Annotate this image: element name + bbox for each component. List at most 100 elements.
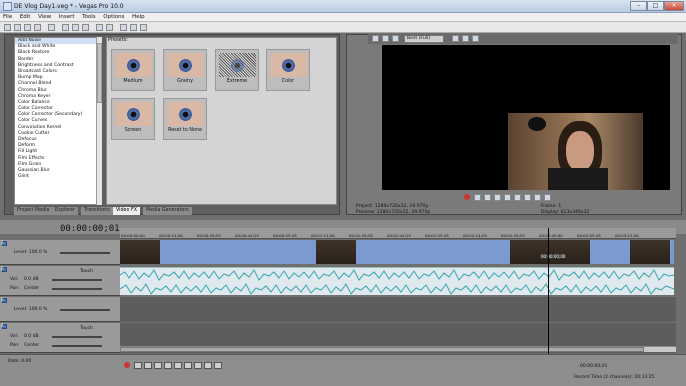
- pause-icon[interactable]: [504, 194, 511, 201]
- cut-icon[interactable]: [62, 24, 69, 31]
- audio-event[interactable]: [120, 267, 674, 295]
- render-icon[interactable]: [48, 24, 55, 31]
- go-to-start-icon[interactable]: [184, 362, 192, 369]
- empty-video-track[interactable]: [120, 297, 676, 322]
- envelope-tool-icon[interactable]: [130, 24, 137, 31]
- menu-tools[interactable]: Tools: [79, 13, 99, 20]
- play-icon[interactable]: [494, 194, 501, 201]
- play-from-start-icon[interactable]: [484, 194, 491, 201]
- menu-insert[interactable]: Insert: [56, 13, 78, 20]
- preset-screen[interactable]: Screen: [111, 98, 155, 140]
- tab-explorer[interactable]: Explorer: [52, 207, 78, 215]
- tab-video-fx[interactable]: Video FX: [113, 207, 141, 215]
- track-header-video-3[interactable]: 3 Level: 100.0 %: [0, 297, 120, 322]
- loop-icon[interactable]: [134, 362, 142, 369]
- project-value: 1280x720x32, 29.970p: [374, 204, 429, 209]
- preset-thumbnail: [167, 102, 204, 126]
- track-level: Level: 100.0 %: [14, 307, 48, 312]
- copy-icon[interactable]: [72, 24, 79, 31]
- timeline-footer: [0, 354, 686, 386]
- list-item[interactable]: Glint: [15, 174, 101, 180]
- track-header-audio-2[interactable]: 2 Touch Vol: 0.0 dB Pan: Center: [0, 266, 120, 296]
- pan-value: Center: [24, 286, 40, 291]
- preview-quality-dropdown[interactable]: Best (Full): [404, 35, 444, 43]
- tab-media-generators[interactable]: Media Generators: [143, 207, 192, 215]
- microphone-shape: [528, 117, 546, 131]
- tab-transitions[interactable]: Transitions: [81, 207, 113, 215]
- preset-medium[interactable]: Medium: [111, 49, 155, 91]
- track-level: Level: 100.0 %: [14, 250, 48, 255]
- track-number-label: 4: [1, 323, 4, 328]
- track-number-label: 2: [1, 266, 4, 271]
- preset-extreme[interactable]: Extreme: [215, 49, 259, 91]
- volume-slider[interactable]: [52, 279, 102, 281]
- fx-list-scrollbar[interactable]: [96, 37, 102, 205]
- record-icon[interactable]: [124, 362, 130, 368]
- automation-mode[interactable]: Touch: [80, 269, 93, 274]
- new-project-icon[interactable]: [4, 24, 11, 31]
- undo-icon[interactable]: [96, 24, 103, 31]
- help-icon[interactable]: [140, 24, 147, 31]
- go-to-end-icon[interactable]: [544, 194, 551, 201]
- loop-icon[interactable]: [474, 194, 481, 201]
- record-icon[interactable]: [464, 194, 470, 200]
- automation-mode[interactable]: Touch: [80, 326, 93, 331]
- scroll-thumb[interactable]: [97, 43, 102, 103]
- preset-grainy[interactable]: Grainy: [163, 49, 207, 91]
- stop-icon[interactable]: [174, 362, 182, 369]
- event-label: 00:00:00;00: [540, 254, 567, 259]
- timeline-scrollbar[interactable]: [120, 346, 676, 352]
- pan-slider[interactable]: [52, 345, 102, 347]
- edit-tool-icon[interactable]: [120, 24, 127, 31]
- menu-edit[interactable]: Edit: [17, 13, 34, 20]
- play-from-start-icon[interactable]: [144, 362, 152, 369]
- preview-properties-icon[interactable]: [372, 35, 379, 42]
- video-event[interactable]: [120, 240, 674, 264]
- menu-options[interactable]: Options: [100, 13, 127, 20]
- maximize-button[interactable]: □: [647, 1, 664, 11]
- app-icon: [3, 2, 12, 11]
- minimize-button[interactable]: –: [630, 1, 647, 11]
- previous-frame-icon[interactable]: [204, 362, 212, 369]
- presets-label: Presets:: [108, 37, 128, 43]
- external-monitor-icon[interactable]: [382, 35, 389, 42]
- open-icon[interactable]: [14, 24, 21, 31]
- preset-reset-to-none[interactable]: Reset to None: [163, 98, 207, 140]
- paste-icon[interactable]: [82, 24, 89, 31]
- stop-icon[interactable]: [514, 194, 521, 201]
- properties-icon[interactable]: [34, 24, 41, 31]
- fx-list[interactable]: Add Noise Black and White Black Restore …: [14, 37, 102, 205]
- preview-info: Project: 1280x720x32, 29.970p Preview: 1…: [356, 204, 430, 215]
- preview-fx-icon[interactable]: [392, 35, 399, 42]
- next-frame-icon[interactable]: [534, 194, 541, 201]
- ruler-tick: 00:02:45;00: [539, 233, 563, 238]
- scroll-thumb[interactable]: [120, 347, 644, 352]
- preset-color[interactable]: Color: [266, 49, 310, 91]
- pan-slider[interactable]: [52, 288, 102, 290]
- pause-icon[interactable]: [164, 362, 172, 369]
- previous-frame-icon[interactable]: [524, 194, 531, 201]
- playhead-cursor[interactable]: [548, 228, 549, 354]
- tab-project-media[interactable]: Project Media: [14, 207, 53, 215]
- level-slider[interactable]: [60, 252, 110, 254]
- track-header-audio-4[interactable]: 4 Touch Vol: 0.0 dB Pan: Center: [0, 323, 120, 353]
- ruler-tick: 00:02:59;28: [577, 233, 601, 238]
- menu-view[interactable]: View: [35, 13, 54, 20]
- close-button[interactable]: ✕: [664, 1, 684, 11]
- next-frame-icon[interactable]: [214, 362, 222, 369]
- menu-help[interactable]: Help: [129, 13, 148, 20]
- redo-icon[interactable]: [106, 24, 113, 31]
- save-snapshot-icon[interactable]: [472, 35, 479, 42]
- menu-file[interactable]: File: [0, 13, 15, 20]
- play-icon[interactable]: [154, 362, 162, 369]
- vol-value: 0.0 dB: [24, 334, 39, 339]
- copy-snapshot-icon[interactable]: [462, 35, 469, 42]
- track-number-label: 1: [1, 240, 4, 245]
- go-to-end-icon[interactable]: [194, 362, 202, 369]
- level-slider[interactable]: [60, 309, 110, 311]
- overlays-icon[interactable]: [452, 35, 459, 42]
- clip-thumbnail: [510, 240, 550, 264]
- volume-slider[interactable]: [52, 336, 102, 338]
- track-header-video-1[interactable]: 1 Level: 100.0 %: [0, 240, 120, 265]
- save-icon[interactable]: [24, 24, 31, 31]
